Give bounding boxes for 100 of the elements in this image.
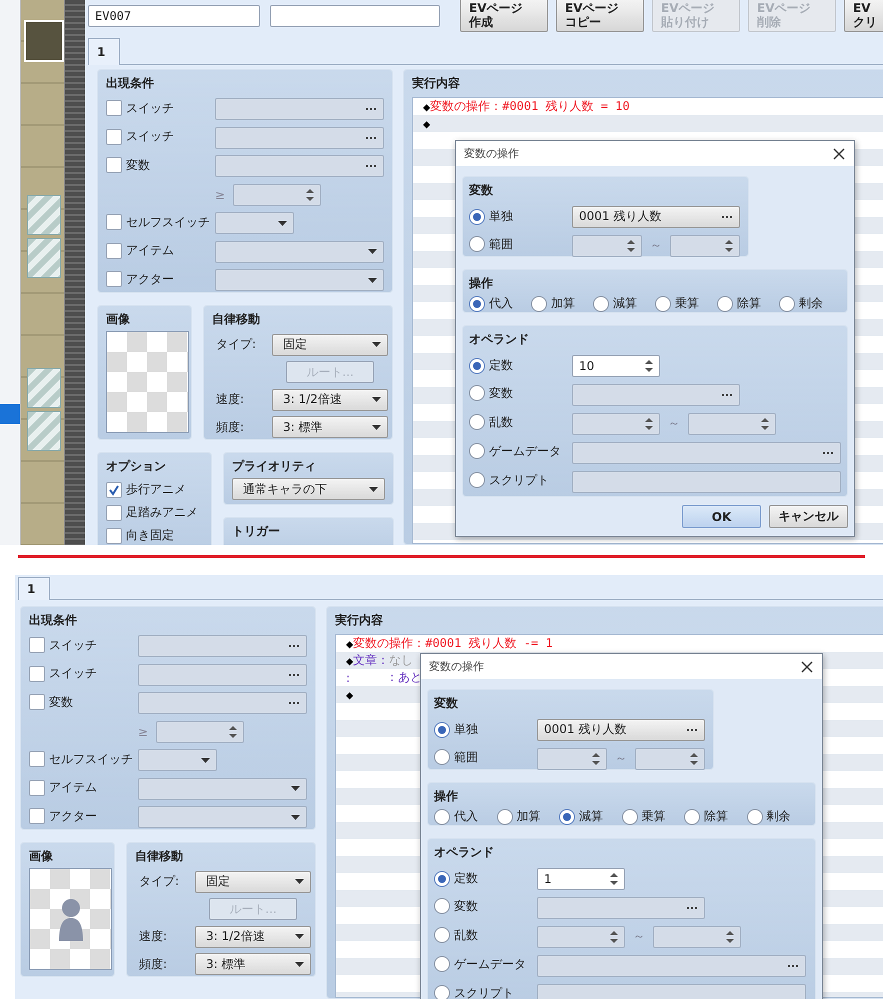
radio-option[interactable]: 範囲 [434, 748, 478, 766]
number-spinner[interactable] [537, 926, 625, 948]
condition-picker[interactable] [138, 664, 307, 686]
name-field[interactable]: EV007 [88, 5, 260, 27]
radio-option[interactable]: 加算 [496, 808, 540, 825]
cancel-button[interactable]: キャンセル [769, 505, 848, 528]
number-spinner[interactable] [688, 412, 776, 434]
radio-option[interactable]: 剰余 [746, 808, 790, 825]
radio-option[interactable]: 代入 [469, 295, 513, 312]
movement-dropdown[interactable]: 3: 1/2倍速 [195, 926, 311, 948]
game-data-picker[interactable] [572, 442, 841, 464]
condition-dropdown[interactable] [215, 240, 384, 263]
self-switch-dropdown[interactable] [215, 212, 294, 234]
movement-dropdown[interactable]: 固定 [272, 334, 388, 356]
number-spinner[interactable]: 1 [537, 868, 625, 890]
ok-button[interactable]: OK [682, 505, 761, 528]
command-text[interactable]: ：あと [386, 669, 422, 686]
checkbox-option[interactable]: スイッチ [106, 128, 174, 145]
radio-option[interactable]: 除算 [684, 808, 728, 825]
number-spinner[interactable]: 10 [572, 354, 660, 376]
condition-dropdown[interactable] [215, 269, 384, 292]
script-field[interactable] [537, 984, 806, 999]
radio-option[interactable]: 単独 [434, 721, 478, 738]
game-data-picker[interactable] [537, 954, 806, 976]
radio-option[interactable]: 乗算 [655, 295, 699, 312]
script-field[interactable] [572, 470, 841, 492]
radio-option[interactable]: 加算 [531, 295, 575, 312]
checkbox-option[interactable]: アクター [29, 808, 97, 824]
number-spinner[interactable] [572, 412, 660, 434]
checkbox-option[interactable]: 歩行アニメ [106, 481, 186, 498]
radio-option[interactable]: 減算 [593, 295, 637, 312]
command-text[interactable]: : [346, 670, 350, 684]
condition-picker[interactable] [215, 155, 384, 178]
checkbox-option[interactable]: スイッチ [29, 665, 97, 682]
checkbox-option[interactable]: スイッチ [106, 100, 174, 116]
checkbox-option[interactable]: 向き固定 [106, 527, 174, 544]
radio-option[interactable]: スクリプト [434, 984, 514, 999]
radio-option[interactable]: 乱数 [469, 414, 513, 431]
image-preview[interactable] [29, 868, 112, 970]
radio-option[interactable]: 剰余 [779, 295, 823, 312]
number-spinner[interactable] [156, 720, 244, 743]
number-spinner[interactable] [572, 234, 642, 256]
page-tab[interactable]: 1 [88, 38, 120, 65]
checkbox-option[interactable]: アイテム [29, 779, 97, 796]
radio-option[interactable]: 代入 [434, 808, 478, 825]
close-icon[interactable] [801, 660, 813, 672]
checkbox-option[interactable]: セルフスイッチ [106, 214, 210, 230]
number-spinner[interactable] [537, 748, 607, 770]
number-spinner[interactable] [635, 748, 705, 770]
priority-dropdown[interactable]: 通常キャラの下 [232, 478, 385, 500]
close-icon[interactable] [833, 148, 845, 160]
variable-picker[interactable]: 0001 残り人数 [537, 718, 705, 740]
command-marker[interactable]: ◆ [346, 636, 354, 650]
page-button[interactable]: EV クリ [844, 0, 883, 32]
condition-picker[interactable] [215, 126, 384, 149]
radio-option[interactable]: 変数 [469, 384, 513, 402]
command-marker[interactable]: ◆ [423, 116, 430, 130]
radio-option[interactable]: スクリプト [469, 472, 549, 489]
number-spinner[interactable] [670, 234, 740, 256]
radio-option[interactable]: ゲームデータ [469, 442, 561, 460]
radio-option[interactable]: 単独 [469, 208, 513, 225]
variable-picker[interactable] [572, 384, 740, 406]
page-button[interactable]: EVページ 作成 [460, 0, 548, 32]
radio-option[interactable]: 乗算 [622, 808, 666, 825]
variable-picker[interactable] [537, 896, 705, 918]
image-preview[interactable] [106, 331, 189, 433]
movement-dropdown[interactable]: 3: 標準 [272, 416, 388, 438]
radio-option[interactable]: 乱数 [434, 926, 478, 944]
radio-option[interactable]: ゲームデータ [434, 956, 526, 973]
radio-option[interactable]: 除算 [717, 295, 761, 312]
checkbox-option[interactable]: 足踏みアニメ [106, 504, 198, 521]
movement-dropdown[interactable]: 3: 1/2倍速 [272, 388, 388, 411]
command-text[interactable]: 変数の操作：#0001 残り人数 = 10 [430, 98, 630, 115]
condition-picker[interactable] [138, 635, 307, 658]
note-field[interactable] [270, 5, 440, 27]
radio-option[interactable]: 定数 [469, 357, 513, 374]
checkbox-option[interactable]: 変数 [29, 694, 73, 710]
radio-option[interactable]: 範囲 [469, 236, 513, 253]
radio-option[interactable]: 変数 [434, 898, 478, 915]
page-button[interactable]: EVページ コピー [556, 0, 644, 32]
checkbox-option[interactable]: アクター [106, 270, 174, 288]
command-text[interactable]: 変数の操作：#0001 残り人数 -= 1 [353, 635, 553, 652]
condition-dropdown[interactable] [138, 806, 307, 828]
variable-picker[interactable]: 0001 残り人数 [572, 206, 740, 228]
movement-dropdown[interactable]: 固定 [195, 870, 311, 893]
checkbox-option[interactable]: セルフスイッチ [29, 750, 133, 768]
radio-option[interactable]: 定数 [434, 870, 478, 887]
radio-option[interactable]: 減算 [559, 808, 603, 825]
condition-dropdown[interactable] [138, 778, 307, 800]
page-tab[interactable]: 1 [18, 577, 50, 600]
movement-dropdown[interactable]: 3: 標準 [195, 953, 311, 976]
checkbox-option[interactable]: スイッチ [29, 636, 97, 654]
number-spinner[interactable] [233, 184, 321, 206]
command-marker[interactable]: ◆ [423, 100, 430, 114]
checkbox-option[interactable]: アイテム [106, 242, 174, 259]
command-marker[interactable]: ◆ [346, 654, 354, 668]
command-marker[interactable]: ◆ [346, 688, 354, 702]
checkbox-option[interactable]: 変数 [106, 156, 150, 174]
condition-picker[interactable] [138, 692, 307, 714]
number-spinner[interactable] [653, 926, 741, 948]
